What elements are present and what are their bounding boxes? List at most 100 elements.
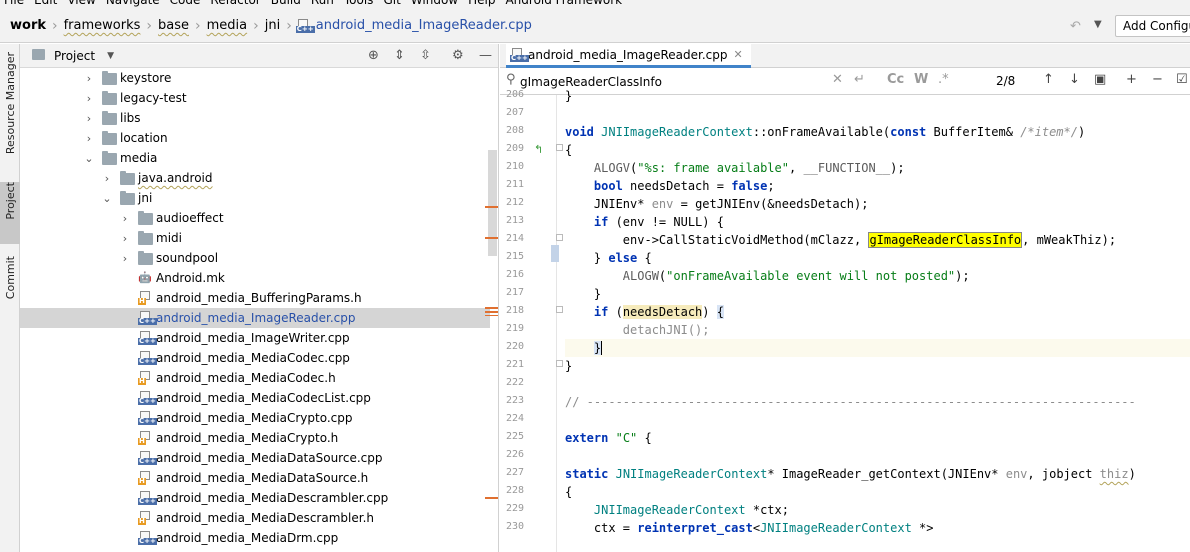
menu-item[interactable]: Edit [29, 0, 62, 7]
chevron-right-icon[interactable]: › [84, 72, 94, 85]
breadcrumb-item[interactable]: jni [263, 18, 282, 33]
chevron-down-icon[interactable]: ▼ [1094, 19, 1102, 30]
menu-item[interactable]: Git [378, 0, 405, 7]
cpp-file-icon: C++ [138, 491, 157, 505]
tree-folder[interactable]: › midi [20, 228, 490, 248]
breadcrumb-item[interactable]: base [156, 18, 191, 33]
gear-icon[interactable]: ⚙ [452, 48, 464, 63]
menu-item[interactable]: Refactor [205, 0, 265, 7]
tree-file[interactable]: Handroid_media_MediaDescrambler.h [20, 508, 490, 528]
match-case-toggle[interactable]: Cc [887, 72, 904, 87]
tree-folder[interactable]: › legacy-test [20, 88, 490, 108]
menu-item[interactable]: Build [266, 0, 306, 7]
search-icon[interactable]: ⚲ [506, 72, 516, 87]
tree-item-label: android_media_MediaDrm.cpp [156, 531, 339, 545]
close-icon[interactable]: ✕ [734, 48, 743, 61]
add-configuration-button[interactable]: Add Configur [1115, 15, 1190, 37]
regex-toggle[interactable]: .* [938, 72, 949, 87]
add-selection-icon[interactable]: + [1126, 72, 1137, 87]
tab-android-media-imagereader[interactable]: C++ android_media_ImageReader.cpp ✕ [506, 44, 751, 68]
menu-item[interactable]: Run [306, 0, 339, 7]
back-arrow-icon[interactable]: ↶ [1070, 19, 1081, 34]
tree-folder[interactable]: ⌄ jni [20, 188, 490, 208]
cpp-file-icon: C++ [510, 47, 529, 62]
chevron-right-icon[interactable]: › [120, 212, 130, 225]
clear-icon[interactable]: ✕ [832, 72, 843, 87]
tree-file[interactable]: C++ android_media_MediaCrypto.cpp [20, 408, 490, 428]
menu-item[interactable]: Window [406, 0, 463, 7]
tree-file[interactable]: C++ android_media_ImageReader.cpp [20, 308, 490, 328]
scrollbar[interactable] [488, 150, 497, 256]
tree-file[interactable]: C++ android_media_MediaCodec.cpp [20, 348, 490, 368]
select-all-icon[interactable]: ☑ [1176, 72, 1188, 87]
tree-item-label: android_media_MediaDataSource.cpp [156, 451, 383, 465]
whole-words-toggle[interactable]: W [914, 72, 928, 87]
menu-item[interactable]: Tools [339, 0, 379, 7]
locate-icon[interactable]: ⊕ [368, 48, 379, 63]
tree-folder[interactable]: ⌄ media [20, 148, 490, 168]
menu-item[interactable]: Code [165, 0, 206, 7]
menu-item[interactable]: Navigate [101, 0, 165, 7]
chevron-right-icon[interactable]: › [84, 132, 94, 145]
tree-file[interactable]: C++ android_media_ImageWriter.cpp [20, 328, 490, 348]
line-number: 222 [505, 377, 524, 388]
tree-item-label: android_media_MediaDataSource.h [156, 471, 369, 485]
chevron-down-icon[interactable]: ⌄ [102, 192, 112, 205]
fold-icon[interactable] [556, 234, 563, 241]
tree-file[interactable]: Handroid_media_MediaDataSource.h [20, 468, 490, 488]
remove-selection-icon[interactable]: − [1152, 72, 1163, 87]
menu-item[interactable]: View [62, 0, 100, 7]
tree-folder[interactable]: › keystore [20, 68, 490, 88]
tree-folder[interactable]: › soundpool [20, 248, 490, 268]
menu-item[interactable]: File [0, 0, 29, 7]
fold-icon[interactable] [556, 144, 563, 151]
tree-file[interactable]: C++ android_media_MediaDescrambler.cpp [20, 488, 490, 508]
chevron-right-icon[interactable]: › [120, 252, 130, 265]
breadcrumb-item[interactable]: frameworks [62, 18, 143, 33]
line-number: 221 [505, 359, 524, 370]
code-line: ALOGW("onFrameAvailable event will not p… [622, 269, 970, 283]
chevron-right-icon[interactable]: › [84, 92, 94, 105]
tree-folder[interactable]: › libs [20, 108, 490, 128]
next-match-icon[interactable]: ↓ [1069, 72, 1080, 87]
tree-file[interactable]: Handroid_media_MediaCodec.h [20, 368, 490, 388]
tree-item-label: java.android [138, 171, 213, 185]
fold-icon[interactable] [556, 360, 563, 367]
replace-history-icon[interactable]: ↵ [854, 72, 865, 87]
tab-project[interactable]: Project [0, 182, 20, 244]
tree-file[interactable]: 🤖 Android.mk [20, 268, 490, 288]
tree-folder[interactable]: › java.android [20, 168, 490, 188]
menu-item[interactable]: Help [463, 0, 500, 7]
code-area[interactable]: } void JNIImageReaderContext::onFrameAva… [565, 89, 1190, 552]
tree-item-label: android_media_BufferingParams.h [156, 291, 362, 305]
menu-item[interactable]: Android Framework [500, 0, 627, 7]
chevron-right-icon[interactable]: › [102, 172, 112, 185]
tree-file[interactable]: C++ android_media_MediaCodecList.cpp [20, 388, 490, 408]
breadcrumb-item[interactable]: work [8, 18, 48, 33]
tree-file[interactable]: Handroid_media_BufferingParams.h [20, 288, 490, 308]
line-number: 229 [505, 503, 524, 514]
override-icon[interactable]: ↰ [534, 143, 543, 156]
expand-all-icon[interactable]: ⇕ [394, 48, 405, 63]
tree-folder[interactable]: › location [20, 128, 490, 148]
tree-file[interactable]: C++ android_media_MediaDataSource.cpp [20, 448, 490, 468]
chevron-down-icon[interactable]: ▼ [107, 51, 114, 61]
change-marker [551, 245, 559, 262]
tree-file[interactable]: C++ android_media_MediaDrm.cpp [20, 528, 490, 548]
previous-match-icon[interactable]: ↑ [1043, 72, 1054, 87]
folder-icon [102, 131, 117, 145]
hide-icon[interactable]: — [479, 48, 492, 63]
line-number-gutter: 206 207 208 209 210 211 212 213 214 215 216 217 218 2… [500, 89, 563, 552]
chevron-down-icon[interactable]: ⌄ [84, 152, 94, 165]
chevron-right-icon[interactable]: › [120, 232, 130, 245]
collapse-all-icon[interactable]: ⇳ [420, 48, 431, 63]
breadcrumb-file[interactable]: C++ android_media_ImageReader.cpp [295, 18, 534, 33]
tree-file[interactable]: Handroid_media_MediaCrypto.h [20, 428, 490, 448]
tree-folder[interactable]: › audioeffect [20, 208, 490, 228]
tab-commit[interactable]: Commit [0, 256, 20, 312]
tab-resource-manager[interactable]: Resource Manager [0, 52, 20, 164]
select-all-occurrences-icon[interactable]: ▣ [1094, 72, 1106, 87]
breadcrumb-item[interactable]: media [205, 18, 250, 33]
chevron-right-icon[interactable]: › [84, 112, 94, 125]
fold-icon[interactable] [556, 306, 563, 313]
